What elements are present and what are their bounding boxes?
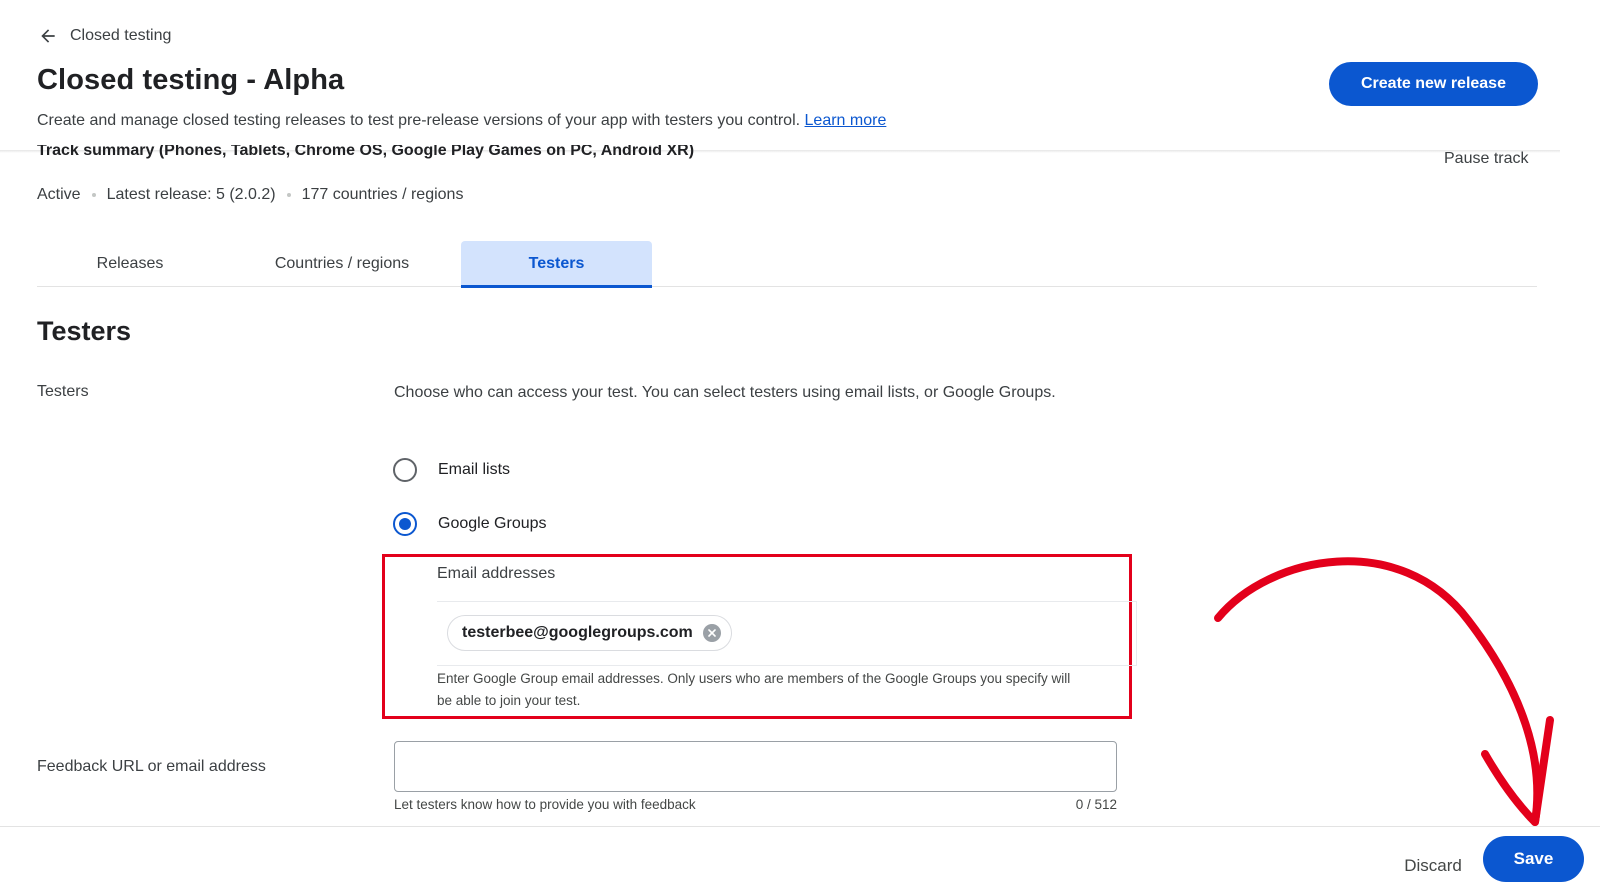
radio-google-groups[interactable]: Google Groups: [393, 512, 547, 536]
radio-email-lists[interactable]: Email lists: [393, 458, 510, 482]
discard-button[interactable]: Discard: [1378, 844, 1488, 888]
learn-more-link[interactable]: Learn more: [805, 112, 887, 129]
section-title: Testers: [37, 316, 132, 346]
feedback-helper-text: Let testers know how to provide you with…: [394, 797, 696, 812]
testers-description: Choose who can access your test. You can…: [394, 384, 1056, 401]
page-title: Closed testing - Alpha: [37, 64, 345, 96]
tab-countries-regions[interactable]: Countries / regions: [223, 241, 461, 287]
email-addresses-label: Email addresses: [437, 565, 556, 582]
countries-count: 177 countries / regions: [301, 186, 464, 203]
separator-dot: [91, 193, 96, 197]
radio-label: Email lists: [438, 461, 511, 478]
create-new-release-button[interactable]: Create new release: [1329, 62, 1538, 106]
email-helper-text: Enter Google Group email addresses. Only…: [437, 671, 1071, 708]
testers-label: Testers: [37, 383, 89, 400]
track-status-row: Active Latest release: 5 (2.0.2) 177 cou…: [37, 186, 463, 204]
remove-chip-icon[interactable]: [702, 624, 721, 642]
tab-bar: Releases Countries / regions Testers: [37, 241, 1537, 288]
feedback-label: Feedback URL or email address: [37, 758, 266, 775]
save-button[interactable]: Save: [1483, 836, 1584, 882]
radio-label: Google Groups: [438, 515, 547, 532]
email-chip: testerbee@googlegroups.com: [447, 615, 732, 651]
pause-track-button[interactable]: Pause track: [1444, 150, 1528, 168]
tab-testers[interactable]: Testers: [461, 241, 652, 288]
radio-button-checked[interactable]: [393, 512, 417, 536]
back-link-label: Closed testing: [70, 27, 172, 44]
email-chip-field[interactable]: testerbee@googlegroups.com: [437, 601, 1137, 666]
track-summary: Track summary (Phones, Tablets, Chrome O…: [37, 145, 694, 160]
subtitle-text: Create and manage closed testing release…: [37, 112, 801, 129]
track-summary-text: Track summary (Phones, Tablets, Chrome O…: [37, 145, 695, 159]
character-counter: 0 / 512: [1075, 797, 1117, 812]
page-subtitle: Create and manage closed testing release…: [37, 112, 886, 130]
radio-button[interactable]: [393, 458, 417, 482]
separator-dot: [286, 193, 291, 197]
email-chip-label: testerbee@googlegroups.com: [462, 624, 693, 641]
arrow-back-icon: [41, 29, 55, 43]
latest-release: Latest release: 5 (2.0.2): [106, 186, 276, 203]
back-link[interactable]: Closed testing: [38, 26, 171, 46]
track-status: Active: [37, 186, 81, 203]
feedback-input[interactable]: [394, 741, 1117, 792]
footer-divider: [0, 826, 1600, 827]
tab-releases[interactable]: Releases: [37, 241, 223, 287]
